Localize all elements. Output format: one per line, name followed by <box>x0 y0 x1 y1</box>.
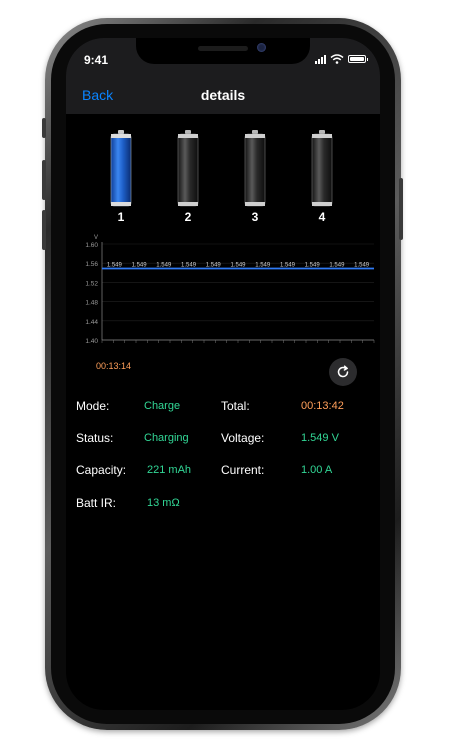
mode-label: Mode: <box>76 399 110 413</box>
y-tick-label: 1.40 <box>85 338 98 345</box>
battery-icon <box>348 55 368 63</box>
elapsed-time: 00:13:14 <box>96 361 132 371</box>
battery-slot-number: 3 <box>251 210 259 224</box>
current-label: Current: <box>221 463 265 477</box>
battery-slot-4[interactable]: 4 <box>307 130 337 224</box>
data-label: 1.549 <box>181 262 197 268</box>
data-label: 1.549 <box>206 262 222 268</box>
battery-slot-number: 1 <box>117 210 125 224</box>
battery-cell-icon <box>110 130 132 207</box>
data-label: 1.549 <box>132 262 148 268</box>
y-tick-label: 1.60 <box>85 242 98 249</box>
battery-slot-2[interactable]: 2 <box>173 130 203 224</box>
battery-cell-icon <box>177 130 199 207</box>
status-label: Status: <box>76 431 114 445</box>
data-label: 1.549 <box>255 262 271 268</box>
battery-cell-icon <box>244 130 266 207</box>
mode-value: Charge <box>144 400 181 412</box>
wifi-icon <box>330 54 344 64</box>
y-axis-label: V <box>94 235 98 241</box>
current-value: 1.00 A <box>301 464 333 476</box>
y-tick-label: 1.44 <box>85 319 98 326</box>
ir-label: Batt IR: <box>76 496 117 510</box>
side-button-volume-up <box>42 160 46 200</box>
total-label: Total: <box>221 399 250 413</box>
side-button-power <box>399 178 403 240</box>
app-screen: 9:41 Back details 1 2 3 4 1.60 1.56 1.52… <box>66 38 380 710</box>
voltage-chart-svg: 1.60 1.56 1.52 1.48 1.44 1.40 V 1.549 1.549 1.549… <box>85 235 375 345</box>
data-label: 1.549 <box>305 262 321 268</box>
status-value: Charging <box>144 432 189 444</box>
refresh-button[interactable] <box>329 358 357 386</box>
data-label: 1.549 <box>156 262 172 268</box>
side-button-silent <box>42 118 46 138</box>
ir-value: 13 mΩ <box>147 497 180 509</box>
y-tick-label: 1.48 <box>85 300 98 307</box>
data-label: 1.549 <box>280 262 296 268</box>
page-title: details <box>200 87 246 103</box>
status-icons <box>315 54 368 64</box>
battery-slots: 1 2 3 4 <box>66 130 380 226</box>
battery-slot-1[interactable]: 1 <box>106 130 136 224</box>
voltage-label: Voltage: <box>221 431 265 445</box>
front-camera <box>257 43 266 52</box>
side-button-volume-down <box>42 210 46 250</box>
cellular-signal-icon <box>315 54 326 64</box>
total-value: 00:13:42 <box>301 400 344 412</box>
data-label: 1.549 <box>329 262 345 268</box>
notch <box>136 38 310 64</box>
data-label: 1.549 <box>354 262 370 268</box>
capacity-value: 221 mAh <box>147 464 192 476</box>
battery-slot-number: 2 <box>184 210 192 224</box>
battery-slot-number: 4 <box>318 210 326 224</box>
voltage-value: 1.549 V <box>301 432 339 444</box>
refresh-icon <box>337 365 349 378</box>
data-label: 1.549 <box>230 262 246 268</box>
y-tick-label: 1.56 <box>85 261 98 268</box>
speaker-grille <box>198 46 248 51</box>
y-tick-label: 1.52 <box>85 280 98 287</box>
battery-slot-3[interactable]: 3 <box>240 130 270 224</box>
data-label: 1.549 <box>107 262 123 268</box>
battery-cell-icon <box>311 130 333 207</box>
capacity-label: Capacity: <box>76 463 127 477</box>
voltage-chart: 1.60 1.56 1.52 1.48 1.44 1.40 V 1.549 1.549 1.549… <box>80 228 378 348</box>
status-time: 9:41 <box>84 53 109 67</box>
